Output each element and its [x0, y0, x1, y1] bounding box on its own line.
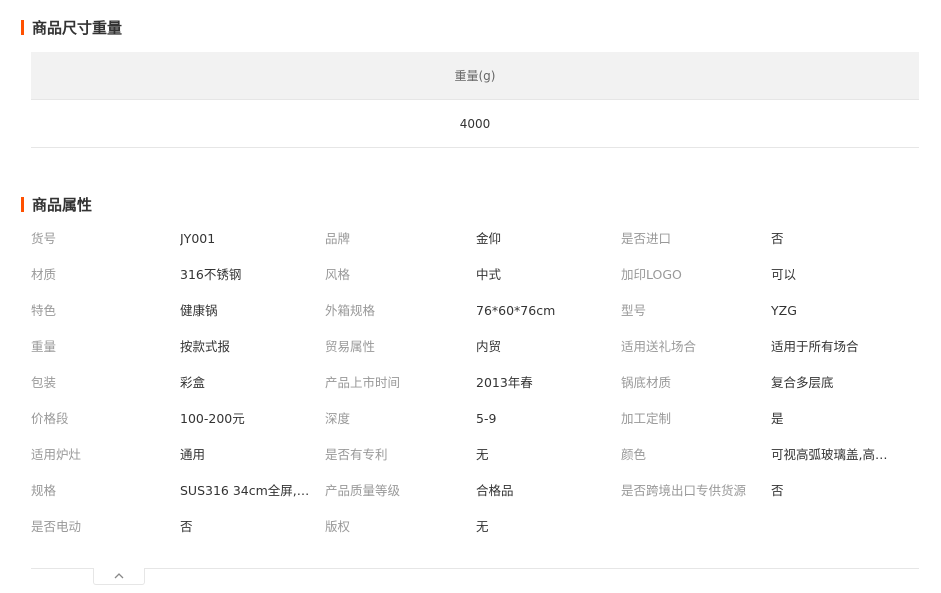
- attr-value: 否: [180, 519, 193, 534]
- attr-value: 中式: [476, 267, 502, 282]
- attr-value: 是: [771, 411, 784, 426]
- attr-value: 适用于所有场合: [771, 339, 859, 354]
- attr-value: 复合多层底: [771, 375, 834, 390]
- attr-key: 价格段: [31, 411, 69, 426]
- attr-key: 重量: [31, 339, 57, 354]
- collapse-toggle-button[interactable]: [93, 568, 145, 585]
- size-section-title-text: 商品尺寸重量: [32, 18, 123, 37]
- attr-row: 货号 JY001 品牌 金仰 是否进口 否: [31, 221, 919, 257]
- attr-key: 适用送礼场合: [621, 339, 697, 354]
- attr-key: 产品上市时间: [325, 375, 401, 390]
- attr-row: 重量 按款式报 贸易属性 内贸 适用送礼场合 适用于所有场合: [31, 329, 919, 365]
- attr-key: 型号: [621, 303, 647, 318]
- attr-row: 规格 SUS316 34cm全屏,SU... 产品质量等级 合格品 是否跨境出口专供货源…: [31, 473, 919, 509]
- section-accent-bar: [21, 19, 24, 35]
- attr-value: 健康锅: [180, 303, 218, 318]
- attr-key: 加工定制: [621, 411, 672, 426]
- attr-key: 适用炉灶: [31, 447, 82, 462]
- size-section-title: 商品尺寸重量: [21, 18, 123, 37]
- attr-key: 是否进口: [621, 231, 672, 246]
- attr-key: 深度: [325, 411, 351, 426]
- attr-key: 颜色: [621, 447, 647, 462]
- attr-row: 特色 健康锅 外箱规格 76*60*76cm 型号 YZG: [31, 293, 919, 329]
- bottom-divider: [31, 568, 919, 569]
- attr-section-title-text: 商品属性: [32, 195, 93, 214]
- attr-value: SUS316 34cm全屏,SU...: [180, 483, 310, 498]
- attr-key: 是否跨境出口专供货源: [621, 483, 747, 498]
- attr-row: 是否电动 否 版权 无: [31, 509, 919, 545]
- attr-value: 可视高弧玻璃盖,高弧...: [771, 447, 896, 462]
- attr-key: 版权: [325, 519, 351, 534]
- attr-value: 无: [476, 447, 489, 462]
- attr-section-title: 商品属性: [21, 195, 93, 214]
- chevron-up-icon: [114, 573, 124, 579]
- attr-row: 材质 316不锈钢 风格 中式 加印LOGO 可以: [31, 257, 919, 293]
- size-weight-table: 重量(g) 4000: [31, 52, 919, 148]
- attr-key: 锅底材质: [621, 375, 672, 390]
- attr-key: 是否电动: [31, 519, 82, 534]
- attr-key: 货号: [31, 231, 57, 246]
- product-attributes-grid: 货号 JY001 品牌 金仰 是否进口否材质 316不锈钢 风格 中式 加印LOGO 可以 特色 健康…: [31, 221, 919, 545]
- attr-value: 否: [771, 231, 784, 246]
- attr-value: 合格品: [476, 483, 514, 498]
- weight-column-header: 重量(g): [31, 52, 919, 100]
- attr-value: 彩盒: [180, 375, 206, 390]
- attr-value: 按款式报: [180, 339, 231, 354]
- weight-value-cell: 4000: [31, 100, 919, 148]
- attr-value: JY001: [180, 231, 216, 246]
- attr-value: YZG: [771, 303, 797, 318]
- attr-value: 内贸: [476, 339, 502, 354]
- attr-value: 2013年春: [476, 375, 533, 390]
- attr-row: 适用炉灶 通用 是否有专利 无 颜色 可视高弧玻璃盖,高弧...: [31, 437, 919, 473]
- attr-key: 品牌: [325, 231, 351, 246]
- attr-key: 产品质量等级: [325, 483, 401, 498]
- attr-value: 无: [476, 519, 489, 534]
- attr-value: 金仰: [476, 231, 502, 246]
- attr-value: 5-9: [476, 411, 497, 426]
- attr-key: 贸易属性: [325, 339, 376, 354]
- attr-key: 外箱规格: [325, 303, 376, 318]
- attr-value: 否: [771, 483, 784, 498]
- attr-row: 价格段 100-200元 深度 5-9 加工定制 是: [31, 401, 919, 437]
- attr-key: 特色: [31, 303, 57, 318]
- attr-key: 材质: [31, 267, 57, 282]
- attr-value: 76*60*76cm: [476, 303, 556, 318]
- attr-value: 100-200元: [180, 411, 245, 426]
- attr-value: 可以: [771, 267, 797, 282]
- attr-key: 加印LOGO: [621, 267, 682, 282]
- attr-key: 包装: [31, 375, 57, 390]
- attr-key: 风格: [325, 267, 351, 282]
- attr-value: 通用: [180, 447, 206, 462]
- attr-key: 是否有专利: [325, 447, 388, 462]
- attr-value: 316不锈钢: [180, 267, 242, 282]
- attr-key: 规格: [31, 483, 57, 498]
- section-accent-bar: [21, 196, 24, 212]
- attr-row: 包装 彩盒 产品上市时间 2013年春 锅底材质 复合多层底: [31, 365, 919, 401]
